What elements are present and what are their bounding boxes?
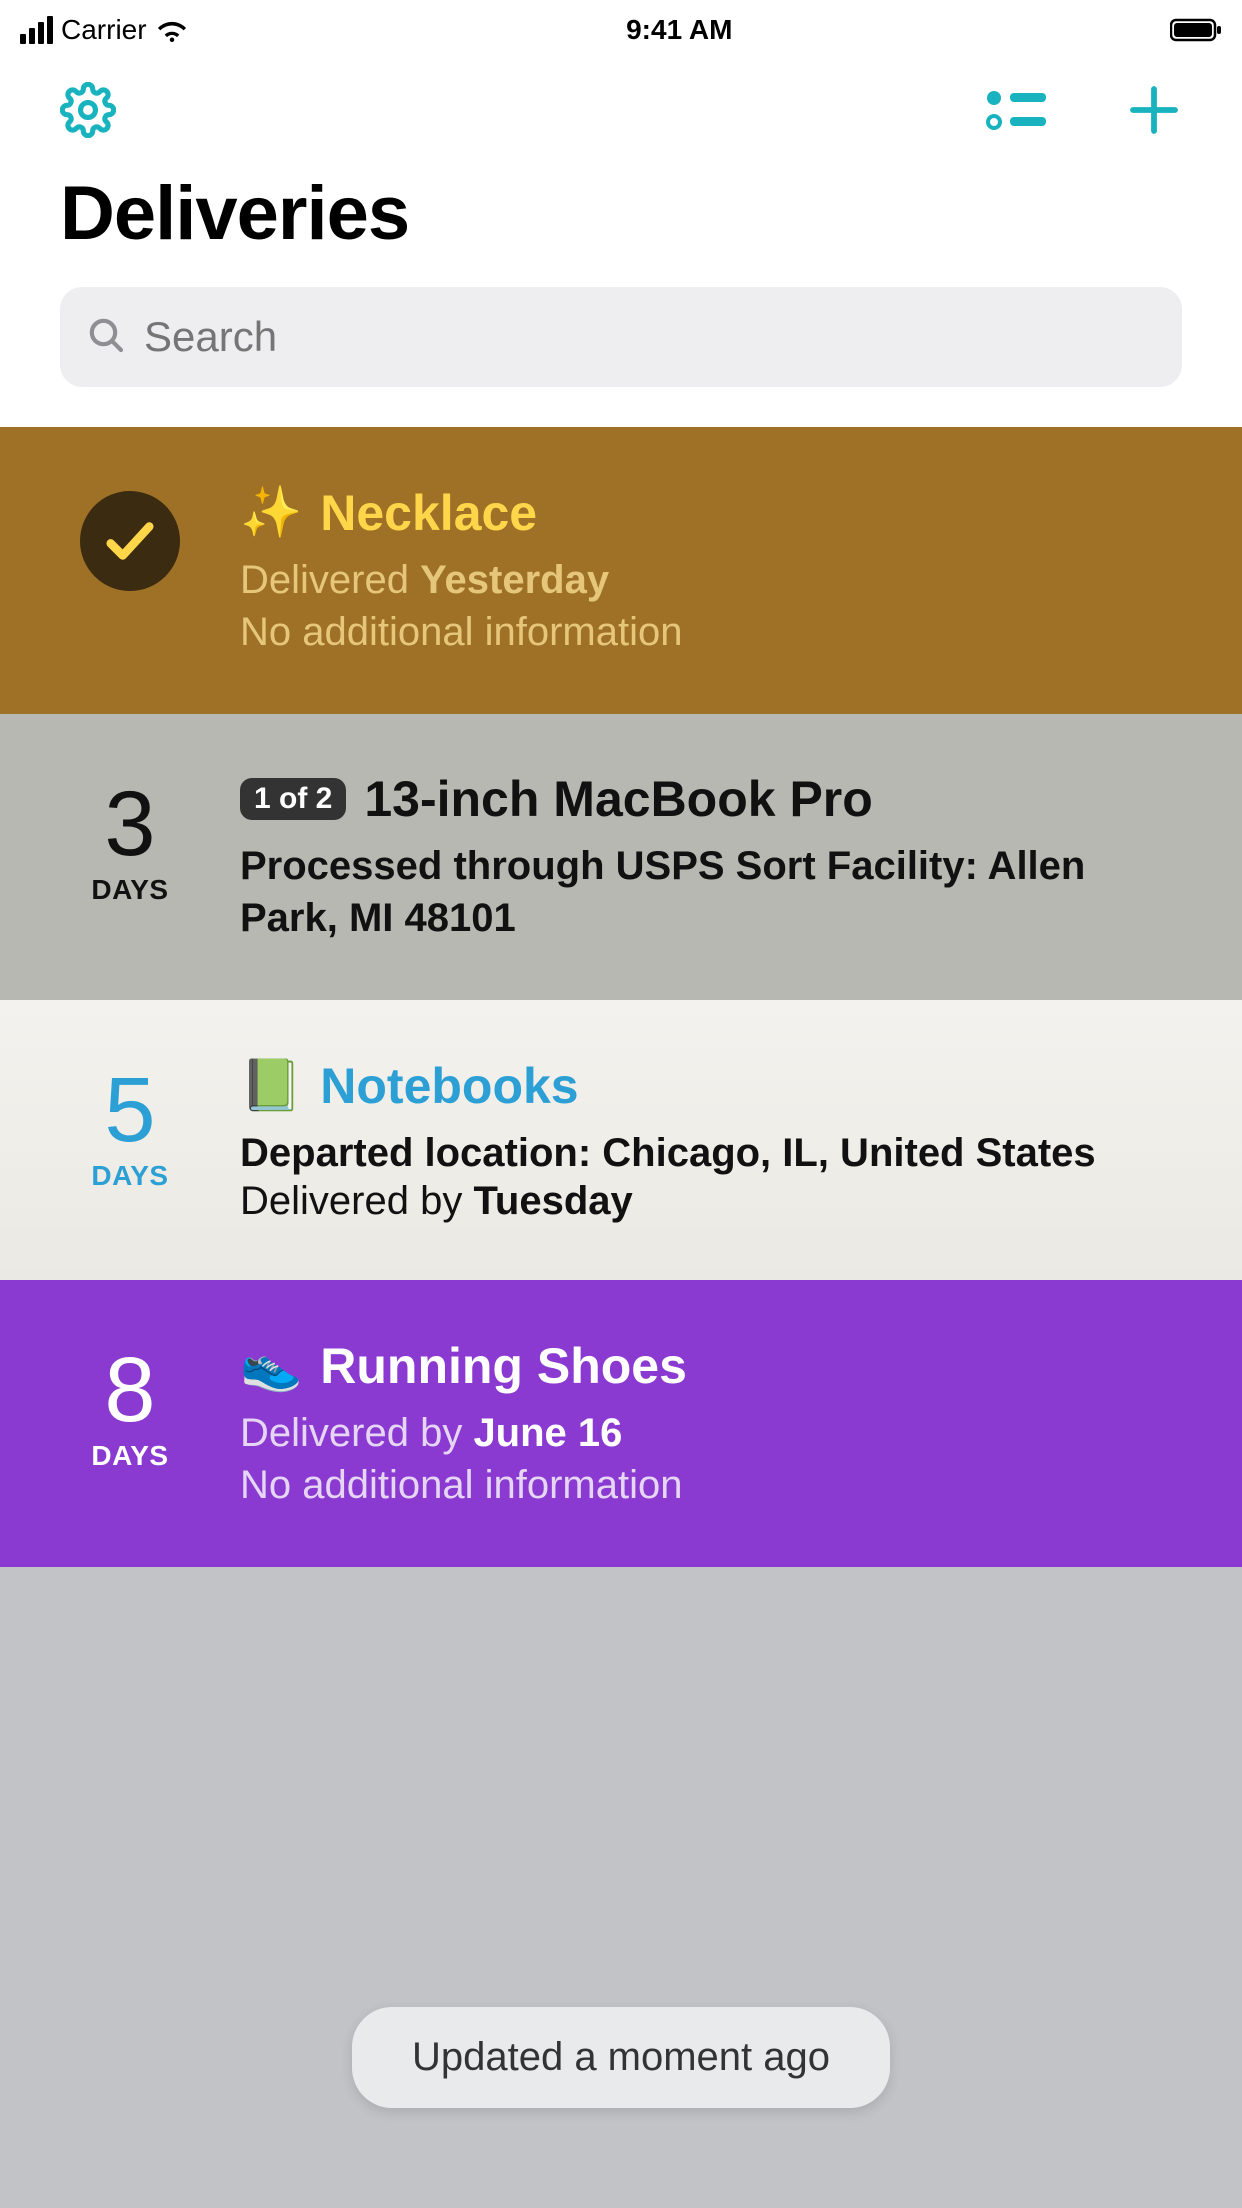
clock: 9:41 AM [626, 14, 732, 46]
status-prefix: Delivered [240, 558, 420, 602]
status-text: Processed through USPS Sort Facility: Al… [240, 840, 1182, 944]
status-text: Departed location: Chicago, IL, United S… [240, 1127, 1182, 1179]
notebook-icon: 📗 [240, 1056, 302, 1115]
page-title: Deliveries [60, 170, 1182, 257]
delivery-row-macbook[interactable]: 3 DAYS 1 of 2 13-inch MacBook Pro Proces… [0, 714, 1242, 1000]
carrier-name: Carrier [61, 14, 147, 46]
sparkles-icon: ✨ [240, 483, 302, 542]
update-toast: Updated a moment ago [352, 2007, 890, 2108]
delivery-title: Necklace [320, 484, 537, 542]
shoe-icon: 👟 [240, 1336, 302, 1395]
delivery-title: 13-inch MacBook Pro [364, 770, 872, 828]
extra-info: No additional information [240, 1459, 1182, 1511]
days-count: 8 [104, 1344, 155, 1436]
battery-icon [1170, 17, 1222, 43]
status-emph: Yesterday [420, 558, 609, 602]
search-container [0, 287, 1242, 427]
delivery-row-shoes[interactable]: 8 DAYS 👟 Running Shoes Delivered by June… [0, 1280, 1242, 1567]
days-count: 5 [104, 1064, 155, 1156]
header: Deliveries [0, 160, 1242, 287]
delivered-check-icon [80, 491, 180, 591]
extra-info: No additional information [240, 606, 1182, 658]
add-button[interactable] [1126, 82, 1182, 138]
delivery-row-necklace[interactable]: ✨ Necklace Delivered Yesterday No additi… [0, 427, 1242, 714]
search-icon [86, 315, 126, 360]
days-label: DAYS [91, 874, 168, 906]
delivery-title: Notebooks [320, 1057, 578, 1115]
status-bar: Carrier 9:41 AM [0, 0, 1242, 60]
status-emph: June 16 [473, 1411, 622, 1455]
signal-icon [20, 16, 53, 44]
package-count-badge: 1 of 2 [240, 778, 346, 820]
sub-prefix: Delivered by [240, 1179, 473, 1223]
wifi-icon [155, 17, 189, 43]
nav-bar [0, 60, 1242, 160]
delivery-row-notebooks[interactable]: 5 DAYS 📗 Notebooks Departed location: Ch… [0, 1000, 1242, 1280]
list-toggle-button[interactable] [984, 84, 1046, 136]
sub-emph: Tuesday [473, 1179, 632, 1223]
settings-button[interactable] [60, 82, 116, 138]
search-input[interactable] [144, 313, 1156, 361]
days-count: 3 [104, 778, 155, 870]
delivery-title: Running Shoes [320, 1337, 687, 1395]
search-field[interactable] [60, 287, 1182, 387]
days-label: DAYS [91, 1440, 168, 1472]
status-prefix: Delivered by [240, 1411, 473, 1455]
days-label: DAYS [91, 1160, 168, 1192]
